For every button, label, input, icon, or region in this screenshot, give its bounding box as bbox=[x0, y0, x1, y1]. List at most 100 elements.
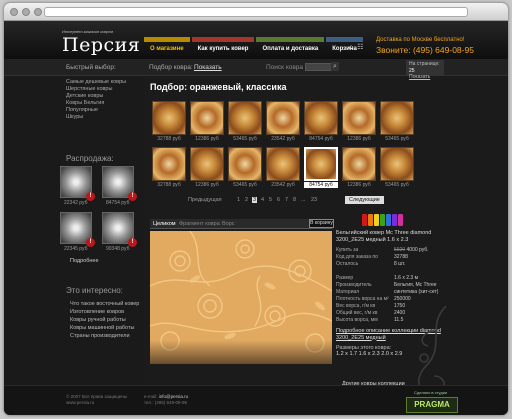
sale-title: Распродажа: bbox=[66, 154, 114, 163]
quick-link[interactable]: Ковры Бельгия bbox=[66, 100, 126, 107]
detail-row: Код для заказа по 32788 bbox=[336, 254, 448, 261]
detail-value: 1.6 x 2.3 м bbox=[394, 275, 419, 281]
product-price: 53465 руб bbox=[385, 182, 409, 188]
product-thumb[interactable] bbox=[380, 147, 414, 181]
detail-key: Вес ворса, г/м кв bbox=[336, 303, 376, 309]
home-icon[interactable]: ⌂ bbox=[349, 44, 353, 51]
page-current[interactable]: 3 bbox=[252, 197, 258, 203]
site-logo[interactable]: Персия bbox=[62, 34, 140, 56]
detail-key: Плотность ворса на м² bbox=[336, 296, 389, 302]
product-price: 53465 руб bbox=[385, 136, 409, 142]
page-link[interactable]: 4 bbox=[261, 197, 264, 203]
interest-link[interactable]: Ковры машинной работы bbox=[70, 324, 139, 332]
nav-about[interactable]: О магазине bbox=[144, 37, 190, 55]
product-thumb[interactable] bbox=[152, 147, 186, 181]
detail-value: 1750 bbox=[394, 303, 406, 309]
pagination: Предыдущая 1 2 3 4 5 6 7 8 ... 23 Следую… bbox=[150, 196, 508, 206]
product-thumb[interactable] bbox=[190, 101, 224, 135]
page-link[interactable]: 8 bbox=[293, 197, 296, 203]
interest-title: Это интересно: bbox=[66, 286, 123, 295]
quick-link[interactable]: Популярные bbox=[66, 107, 126, 114]
quick-link[interactable]: Шкуры bbox=[66, 114, 126, 121]
sitemap-icon[interactable]: ☷ bbox=[357, 44, 363, 51]
detail-key: Код для заказа по bbox=[336, 254, 378, 260]
sidebar: Самые дешевые ковры Шерстяные ковры Детс… bbox=[4, 76, 144, 415]
pager-prev[interactable]: Предыдущая bbox=[188, 197, 222, 203]
interest-link[interactable]: Ковры ручной работы bbox=[70, 316, 139, 324]
product-thumb[interactable] bbox=[228, 147, 262, 181]
color-swatch[interactable] bbox=[386, 214, 391, 226]
color-swatch[interactable] bbox=[368, 214, 373, 226]
detail-row: Производитель Бельгия, Mc Three bbox=[336, 282, 448, 289]
quick-link[interactable]: Самые дешевые ковры bbox=[66, 79, 126, 86]
sale-more-link[interactable]: Подробнее bbox=[70, 258, 99, 264]
email-link[interactable]: info@persia.ru bbox=[159, 394, 188, 399]
tab-fragment[interactable]: Фрагмент ковра bbox=[179, 221, 220, 227]
product-thumb-selected[interactable] bbox=[304, 147, 338, 181]
product-thumb[interactable] bbox=[190, 147, 224, 181]
page-link[interactable]: 5 bbox=[269, 197, 272, 203]
search-label: Поиск ковра bbox=[266, 64, 304, 71]
product-thumb[interactable] bbox=[266, 101, 300, 135]
product-price: 12386 руб bbox=[195, 136, 219, 142]
page-link[interactable]: 7 bbox=[285, 197, 288, 203]
address-bar[interactable] bbox=[44, 7, 468, 17]
site-url[interactable]: www.persia.ru bbox=[66, 400, 94, 405]
per-page-value[interactable]: 25 bbox=[409, 68, 415, 74]
product-thumb[interactable] bbox=[266, 147, 300, 181]
quick-link[interactable]: Шерстяные ковры bbox=[66, 86, 126, 93]
detail-key: Размер bbox=[336, 275, 354, 281]
color-swatch[interactable] bbox=[392, 214, 397, 226]
page-link[interactable]: 6 bbox=[277, 197, 280, 203]
pragma-logo[interactable]: PRAGMA bbox=[406, 397, 458, 413]
page-link[interactable]: 1 bbox=[237, 197, 240, 203]
page-link[interactable]: 2 bbox=[245, 197, 248, 203]
quick-link[interactable]: Детские ковры bbox=[66, 93, 126, 100]
zoom-dot[interactable] bbox=[34, 8, 42, 16]
footer-contacts: e-mail: info@persia.ru тел.: (495) 649-0… bbox=[144, 394, 188, 406]
detail-value: 32788 bbox=[394, 254, 408, 260]
detail-key: Купить за bbox=[336, 247, 359, 253]
close-dot[interactable] bbox=[10, 8, 18, 16]
detail-value: 2400 bbox=[394, 310, 406, 316]
product-price: 32788 руб bbox=[157, 136, 181, 142]
color-swatch[interactable] bbox=[374, 214, 379, 226]
filter-label: Подбор ковра: bbox=[149, 64, 193, 71]
add-to-cart-button[interactable]: В корзину bbox=[309, 219, 334, 228]
promo-delivery: Доставка по Москве бесплатно! bbox=[376, 37, 465, 43]
product-thumb[interactable] bbox=[228, 101, 262, 135]
product-thumb[interactable] bbox=[304, 101, 338, 135]
detail-row: Плотность ворса на м² 250000 bbox=[336, 296, 448, 303]
interest-link[interactable]: Изготовление ковров bbox=[70, 308, 139, 316]
product-price: 84754 руб bbox=[304, 182, 338, 188]
browser-window: Интернет-магазин ковров Персия О магазин… bbox=[4, 3, 508, 415]
interest-link[interactable]: Что такое восточный ковер bbox=[70, 300, 139, 308]
nav-how-to-buy[interactable]: Как купить ковер bbox=[191, 37, 255, 55]
price: 4000 руб. bbox=[406, 247, 429, 253]
interest-link[interactable]: Страны производители bbox=[70, 332, 139, 340]
tab-pile[interactable]: Ворс bbox=[222, 221, 235, 227]
color-swatch[interactable] bbox=[362, 214, 367, 226]
tab-full[interactable]: Целиком bbox=[153, 221, 176, 227]
color-swatch[interactable] bbox=[398, 214, 403, 226]
pager-next[interactable]: Следующие bbox=[345, 196, 384, 204]
product-thumb[interactable] bbox=[342, 101, 376, 135]
product-price: 12386 руб bbox=[347, 182, 371, 188]
detail-key: Общий вес, г/м кв bbox=[336, 310, 378, 316]
product-price: 12386 руб bbox=[195, 182, 219, 188]
product-price: 53465 руб bbox=[233, 182, 257, 188]
nav-payment-delivery[interactable]: Оплата и доставка bbox=[256, 37, 325, 55]
product-thumb[interactable] bbox=[152, 101, 186, 135]
product-thumb[interactable] bbox=[380, 101, 414, 135]
detail-value: синтетика (хит-сет) bbox=[394, 289, 439, 295]
color-swatch[interactable] bbox=[380, 214, 385, 226]
sale-price: 22342 руб bbox=[64, 200, 88, 206]
product-thumb[interactable] bbox=[342, 147, 376, 181]
page-link[interactable]: 23 bbox=[311, 197, 317, 203]
carpet-preview-image[interactable] bbox=[150, 231, 332, 364]
filter-show-link[interactable]: Показать bbox=[194, 64, 222, 71]
search-icon[interactable]: ⌕ bbox=[331, 62, 339, 71]
per-page-box: На странице: 25 Показать bbox=[406, 60, 444, 80]
minimize-dot[interactable] bbox=[22, 8, 30, 16]
detail-value: 11.5 bbox=[394, 317, 404, 323]
